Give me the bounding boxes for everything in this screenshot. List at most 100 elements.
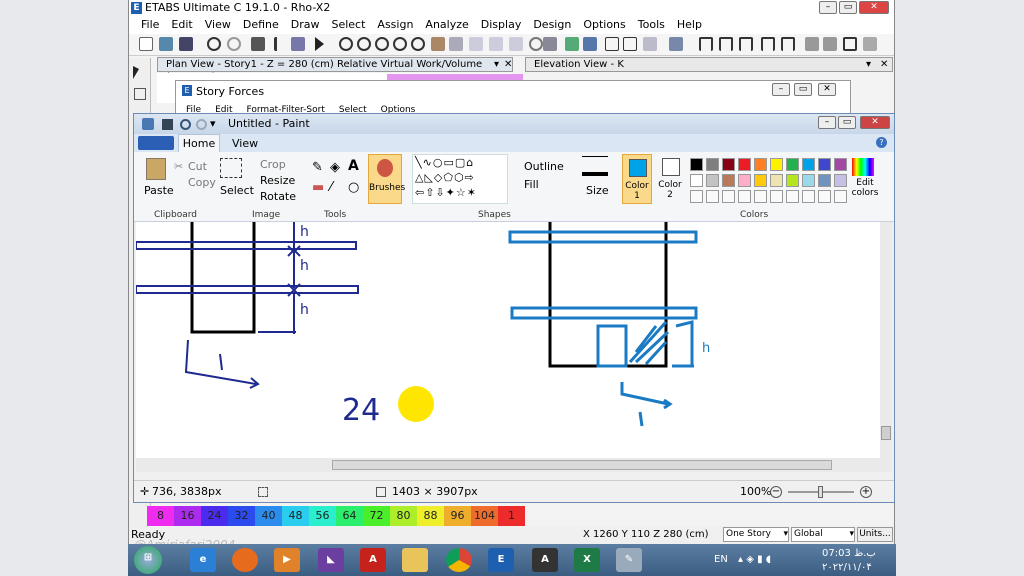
color-swatch[interactable] <box>722 174 735 187</box>
ie-icon[interactable]: e <box>190 548 216 572</box>
run-icon[interactable] <box>315 37 324 51</box>
color-swatch[interactable] <box>818 158 831 171</box>
language-indicator[interactable]: EN <box>714 554 728 565</box>
new-icon[interactable] <box>139 37 153 51</box>
pdf-icon[interactable]: A <box>360 548 386 572</box>
plan-icon[interactable] <box>489 37 503 51</box>
tab-view[interactable]: View <box>232 137 258 150</box>
empty-color-slot[interactable] <box>834 190 847 203</box>
color-swatch[interactable] <box>786 158 799 171</box>
color-swatch[interactable] <box>722 158 735 171</box>
up-icon[interactable] <box>565 37 579 51</box>
tool-icon[interactable] <box>291 37 305 51</box>
paint-minimize-icon[interactable]: – <box>818 116 836 129</box>
color1-button[interactable]: Color 1 <box>622 154 652 204</box>
select-button[interactable]: Select <box>220 184 254 197</box>
select-icon[interactable] <box>220 158 242 178</box>
color2-button[interactable]: Color 2 <box>656 154 686 204</box>
menu-file[interactable]: File <box>135 16 165 34</box>
sf-minimize-icon[interactable]: – <box>772 83 790 96</box>
paint-app-icon[interactable] <box>142 118 154 130</box>
vertical-scroll-thumb[interactable] <box>881 426 891 440</box>
outline-dropdown[interactable]: Outline <box>524 160 564 173</box>
zoom-in-icon[interactable] <box>357 37 371 51</box>
menu-edit[interactable]: Edit <box>165 16 198 34</box>
resize-button[interactable]: Resize <box>260 174 295 187</box>
brace-icon[interactable] <box>761 37 775 51</box>
sf-maximize-icon[interactable]: ▭ <box>794 83 812 96</box>
color-swatch[interactable] <box>770 158 783 171</box>
pointer-icon[interactable] <box>449 37 463 51</box>
joint-icon[interactable] <box>843 37 857 51</box>
units-button[interactable]: Units... <box>857 527 893 542</box>
rotate-button[interactable]: Rotate <box>260 190 296 203</box>
tab-close-icon[interactable]: ✕ <box>504 58 512 71</box>
drawing-canvas[interactable]: h h h h 24 <box>135 222 880 458</box>
shapes-gallery[interactable]: ╲∿○▭▢⌂ △◺◇⬠⬡⇨ ⇦⇧⇩✦☆✶ <box>412 154 508 204</box>
eraser-tool-icon[interactable]: ▬ <box>312 180 324 195</box>
sf-close-icon[interactable]: ✕ <box>818 83 836 96</box>
draw-tool-icon[interactable] <box>134 88 146 100</box>
vertical-scrollbar[interactable] <box>880 222 892 458</box>
color-swatch[interactable] <box>802 158 815 171</box>
rotate-icon[interactable] <box>529 37 543 51</box>
beam-icon[interactable] <box>739 37 753 51</box>
clock-date[interactable]: ۲۰۲۲/۱۱/۰۴ <box>822 562 872 573</box>
save-icon[interactable] <box>179 37 193 51</box>
tab-dropdown-icon[interactable]: ▾ <box>494 58 499 71</box>
tab-plan-view[interactable]: Plan View - Story1 - Z = 280 (cm) Relati… <box>157 57 513 83</box>
story-select[interactable]: One Story ▾ <box>723 527 789 542</box>
zoom-in-button[interactable]: + <box>860 486 872 498</box>
deck-icon[interactable] <box>823 37 837 51</box>
chrome-icon[interactable] <box>446 548 472 572</box>
quick-save-icon[interactable] <box>162 119 173 130</box>
visual-studio-icon[interactable]: ◣ <box>318 548 344 572</box>
tray-icons[interactable]: ▴ ◈ ▮ ◖ <box>738 554 771 565</box>
menu-define[interactable]: Define <box>237 16 285 34</box>
size-icon[interactable] <box>582 156 608 176</box>
excel-icon[interactable]: X <box>574 548 600 572</box>
color-swatch[interactable] <box>690 174 703 187</box>
tab2-close-icon[interactable]: ✕ <box>880 58 888 71</box>
color-swatch[interactable] <box>786 174 799 187</box>
down-icon[interactable] <box>583 37 597 51</box>
empty-color-slot[interactable] <box>802 190 815 203</box>
lock-icon[interactable] <box>251 37 265 51</box>
color-swatch[interactable] <box>802 174 815 187</box>
paint-taskbar-icon[interactable]: ✎ <box>616 548 642 572</box>
empty-color-slot[interactable] <box>722 190 735 203</box>
undo-icon[interactable] <box>207 37 221 51</box>
empty-color-slot[interactable] <box>754 190 767 203</box>
color-swatch[interactable] <box>690 158 703 171</box>
minimize-icon[interactable]: – <box>819 1 837 14</box>
paint-maximize-icon[interactable]: ▭ <box>838 116 856 129</box>
assign-icon[interactable] <box>669 37 683 51</box>
fill-dropdown[interactable]: Fill <box>524 178 539 191</box>
empty-color-slot[interactable] <box>818 190 831 203</box>
color-swatch[interactable] <box>706 158 719 171</box>
size-button[interactable]: Size <box>586 184 609 197</box>
quick-redo-icon[interactable] <box>196 119 207 130</box>
pan-icon[interactable] <box>431 37 445 51</box>
brushes-button[interactable]: Brushes <box>368 154 405 204</box>
wall-icon[interactable] <box>781 37 795 51</box>
edit-colors-button[interactable]: Edit colors <box>848 178 882 198</box>
zoom-out-icon[interactable] <box>375 37 389 51</box>
fill-tool-icon[interactable]: ◈ <box>330 160 340 175</box>
elevation-icon[interactable] <box>509 37 523 51</box>
menu-analyze[interactable]: Analyze <box>419 16 474 34</box>
menu-draw[interactable]: Draw <box>285 16 326 34</box>
close-icon[interactable]: ✕ <box>859 1 889 14</box>
color-swatch[interactable] <box>754 174 767 187</box>
redo-icon[interactable] <box>227 37 241 51</box>
slab-icon[interactable] <box>805 37 819 51</box>
pencil-icon[interactable] <box>274 37 288 51</box>
object-icon[interactable] <box>543 37 557 51</box>
menu-select[interactable]: Select <box>325 16 371 34</box>
etabs-taskbar-icon[interactable]: E <box>488 548 514 572</box>
zoom-fit-icon[interactable] <box>393 37 407 51</box>
menu-view[interactable]: View <box>199 16 237 34</box>
crop-button[interactable]: Crop <box>260 158 286 171</box>
text-tool-icon[interactable]: A <box>348 158 359 174</box>
color-swatch[interactable] <box>770 174 783 187</box>
